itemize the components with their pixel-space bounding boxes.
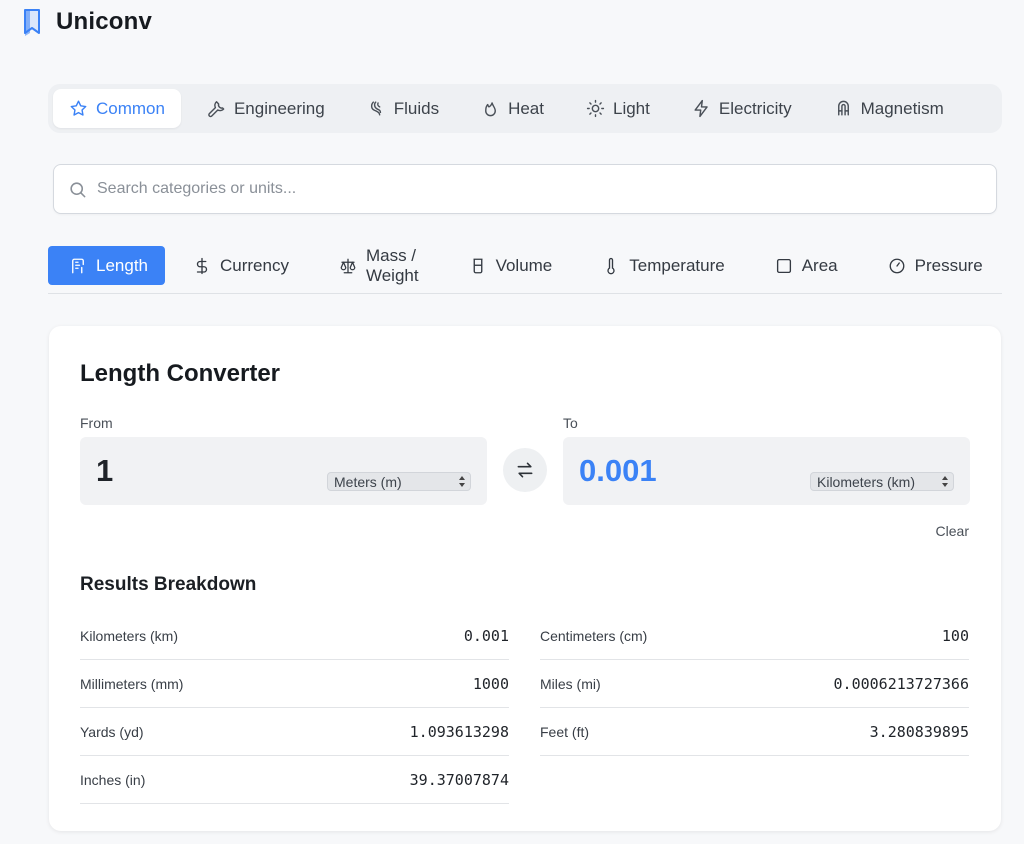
to-value-output[interactable]: 0.001 <box>579 453 657 489</box>
result-row: Miles (mi) 0.0006213727366 <box>540 660 969 708</box>
results-breakdown-title: Results Breakdown <box>80 574 257 595</box>
result-row: Centimeters (cm) 100 <box>540 612 969 660</box>
result-value: 0.0006213727366 <box>833 674 969 693</box>
clear-button[interactable]: Clear <box>936 523 969 539</box>
tab-label: Light <box>613 98 650 118</box>
tab-label: Mass / Weight <box>365 245 419 285</box>
search-input[interactable] <box>97 180 982 198</box>
tab-label: Electricity <box>718 98 792 118</box>
to-unit-label: Kilometers (km) <box>817 473 916 490</box>
tab-label: Magnetism <box>860 98 944 118</box>
star-icon <box>69 99 88 118</box>
tab-label: Length <box>96 255 148 275</box>
tab-label: Engineering <box>233 98 325 118</box>
result-row: Kilometers (km) 0.001 <box>80 612 509 660</box>
tab-engineering[interactable]: Engineering <box>191 89 341 128</box>
from-unit-select[interactable]: Meters (m) <box>327 472 471 491</box>
search-icon <box>68 180 87 199</box>
scale-icon <box>339 257 357 275</box>
result-unit: Inches (in) <box>80 771 146 788</box>
result-value: 3.280839895 <box>869 722 969 741</box>
tab-label: Volume <box>495 255 553 275</box>
result-unit: Miles (mi) <box>540 675 601 692</box>
from-value-input[interactable]: 1 <box>96 453 113 489</box>
from-field[interactable]: 1 Meters (m) <box>80 437 487 505</box>
tab-label: Common <box>96 98 165 118</box>
tab-label: Fluids <box>393 98 440 118</box>
tab-length[interactable]: Length <box>48 246 165 285</box>
swap-button[interactable] <box>503 448 547 492</box>
tab-label: Area <box>801 255 838 275</box>
result-value: 39.37007874 <box>409 770 509 789</box>
tab-pressure[interactable]: Pressure <box>866 246 1005 285</box>
app-title: Uniconv <box>56 8 153 35</box>
result-row: Millimeters (mm) 1000 <box>80 660 509 708</box>
select-arrows-icon <box>941 475 949 488</box>
result-unit: Centimeters (cm) <box>540 627 648 644</box>
tab-electricity[interactable]: Electricity <box>676 89 808 128</box>
tab-currency[interactable]: Currency <box>171 246 311 285</box>
tab-label: Currency <box>220 255 289 275</box>
tab-label: Pressure <box>914 255 983 275</box>
tab-area[interactable]: Area <box>753 246 860 285</box>
dollar-icon <box>193 257 211 275</box>
search-box[interactable] <box>53 164 997 214</box>
tab-magnetism[interactable]: Magnetism <box>818 89 960 128</box>
result-value: 100 <box>941 626 969 645</box>
category-group-tabs: Common Engineering Fluids Heat Light Ele… <box>48 84 1002 133</box>
result-row: Feet (ft) 3.280839895 <box>540 708 969 756</box>
swap-arrows-icon <box>515 460 535 480</box>
tab-light[interactable]: Light <box>570 89 666 128</box>
app-header: Uniconv <box>22 8 152 36</box>
result-value: 1000 <box>472 674 509 693</box>
tab-common[interactable]: Common <box>53 89 181 128</box>
bolt-icon <box>692 99 711 118</box>
result-row: Yards (yd) 1.093613298 <box>80 708 509 756</box>
magnet-icon <box>834 99 853 118</box>
tab-label: Temperature <box>629 255 725 275</box>
result-value: 0.001 <box>463 626 509 645</box>
converter-title: Length Converter <box>80 360 281 387</box>
from-unit-label: Meters (m) <box>334 473 402 490</box>
tab-temperature[interactable]: Temperature <box>580 246 746 285</box>
to-unit-select[interactable]: Kilometers (km) <box>810 472 954 491</box>
tab-heat[interactable]: Heat <box>465 89 560 128</box>
result-value: 1.093613298 <box>409 722 509 741</box>
to-label: To <box>563 415 578 431</box>
sun-icon <box>586 99 605 118</box>
to-field[interactable]: 0.001 Kilometers (km) <box>563 437 970 505</box>
bookmark-icon <box>22 8 42 36</box>
tab-volume[interactable]: Volume <box>447 246 575 285</box>
result-unit: Yards (yd) <box>80 723 144 740</box>
select-arrows-icon <box>458 475 466 488</box>
result-unit: Feet (ft) <box>540 723 590 740</box>
result-unit: Millimeters (mm) <box>80 675 184 692</box>
beaker-icon <box>469 257 487 275</box>
droplet-icon <box>367 99 386 118</box>
tab-fluids[interactable]: Fluids <box>351 89 455 128</box>
flame-icon <box>481 99 500 118</box>
wrench-icon <box>207 99 226 118</box>
tab-label: Heat <box>508 98 544 118</box>
converter-card: Length Converter From 1 Meters (m) To 0.… <box>49 326 1001 831</box>
result-row: Inches (in) 39.37007874 <box>80 756 509 804</box>
unit-category-tabs: Length Currency Mass / Weight Volume Tem… <box>48 246 1002 294</box>
gauge-icon <box>888 257 906 275</box>
ruler-icon <box>69 257 87 275</box>
tab-mass-weight[interactable]: Mass / Weight <box>317 246 441 285</box>
square-icon <box>775 257 793 275</box>
thermometer-icon <box>602 257 620 275</box>
from-label: From <box>80 415 113 431</box>
result-unit: Kilometers (km) <box>80 627 179 644</box>
